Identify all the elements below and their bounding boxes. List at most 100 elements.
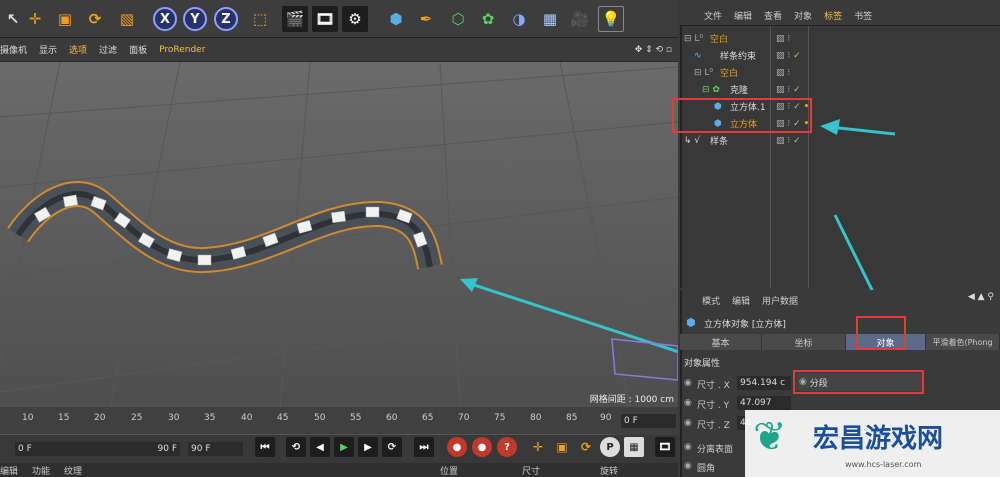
max-frame-field[interactable]: 90 F (188, 442, 243, 456)
tab-basic[interactable]: 基本 (680, 334, 762, 350)
cloner-icon[interactable]: ✿ (475, 6, 501, 32)
radio-icon[interactable]: ◉ (684, 442, 692, 452)
current-frame-field[interactable]: 0 F (621, 414, 676, 428)
film-icon[interactable]: 🎞 (655, 437, 675, 457)
coord-header-position: 位置 (440, 466, 459, 477)
radio-icon[interactable]: ◉ (684, 398, 692, 408)
attr-menu-userdata[interactable]: 用户数据 (762, 294, 798, 307)
subdivision-icon[interactable]: ⬡ (445, 6, 471, 32)
render-settings-icon[interactable]: ⚙ (342, 6, 368, 32)
coord-header-size: 尺寸 (522, 466, 541, 477)
watermark-logo-icon: ❦ (753, 414, 787, 460)
highlight-box-object-tab (856, 316, 906, 350)
bottom-tab-texture[interactable]: 纹理 (64, 464, 82, 477)
coord-header-rotation: 旋转 (600, 466, 619, 477)
material-bar: 编辑 功能 纹理 位置 尺寸 旋转 (0, 463, 678, 477)
attr-menu-edit[interactable]: 编辑 (732, 294, 750, 307)
render-view-icon[interactable]: 🎬 (282, 6, 308, 32)
viewport-menu-camera[interactable]: 摄像机 (0, 43, 27, 56)
watermark: ❦ 宏昌游戏网 www.hcs-laser.com (745, 410, 1000, 477)
range-end-slider[interactable]: 90 F (95, 442, 180, 456)
size-x-label: 尺寸 . X (697, 381, 730, 391)
section-title: 对象属性 (684, 359, 721, 369)
scale-tool-icon[interactable]: ▣ (52, 6, 78, 32)
next-frame-icon[interactable]: ▶ (358, 437, 378, 457)
prev-key-icon[interactable]: ⟲ (286, 437, 306, 457)
ruler-tick: 40 (241, 413, 253, 423)
go-to-end-icon[interactable]: ⏭ (414, 437, 434, 457)
ruler-tick: 55 (350, 413, 362, 423)
move-tool-icon[interactable]: ✛ (22, 6, 48, 32)
key-rotation-icon[interactable]: ⟳ (576, 437, 596, 457)
size-z-label: 尺寸 . Z (697, 421, 730, 431)
render-picture-viewer-icon[interactable]: 🎞 (312, 6, 338, 32)
ruler-tick: 80 (530, 413, 542, 423)
light-icon[interactable]: 💡 (598, 6, 624, 32)
radio-icon[interactable]: ◉ (684, 378, 692, 388)
tab-phong[interactable]: 平滑着色(Phong (926, 334, 1000, 350)
ruler-tick: 30 (168, 413, 180, 423)
ruler-tick: 45 (277, 413, 289, 423)
autokey-icon[interactable]: ● (472, 437, 492, 457)
camera-icon[interactable]: 🎥 (567, 6, 593, 32)
timeline-ruler[interactable]: 10 15 20 25 30 35 40 45 50 55 60 65 70 7… (0, 407, 678, 435)
key-position-icon[interactable]: ✛ (528, 437, 548, 457)
viewport-menu-prorender[interactable]: ProRender (159, 45, 205, 55)
grid-spacing-label: 网格间距 : 1000 cm (589, 395, 674, 405)
floor-icon[interactable]: ▦ (537, 6, 563, 32)
recent-tool-icon[interactable]: ▧ (114, 6, 140, 32)
ruler-tick: 75 (494, 413, 506, 423)
fillet-label: 圆角 (697, 464, 716, 474)
pen-icon[interactable]: ✒ (413, 6, 439, 32)
viewport-nav-icons[interactable]: ✥ ⇕ ⟲ ▫ (635, 45, 672, 55)
viewport-menu-panel[interactable]: 面板 (129, 43, 147, 56)
radio-icon[interactable]: ◉ (684, 418, 692, 428)
ruler-tick: 10 (22, 413, 34, 423)
bottom-tab-function[interactable]: 功能 (32, 464, 50, 477)
ruler-tick: 15 (58, 413, 70, 423)
ruler-tick: 50 (314, 413, 326, 423)
watermark-text: 宏昌游戏网 (813, 424, 944, 454)
range-start-field[interactable]: 0 F (15, 442, 95, 456)
3d-viewport[interactable]: 网格间距 : 1000 cm (0, 62, 678, 407)
key-scale-icon[interactable]: ▣ (552, 437, 572, 457)
separate-surfaces-label: 分离表面 (697, 445, 734, 455)
ruler-tick: 35 (204, 413, 216, 423)
play-icon[interactable]: ▶ (334, 437, 354, 457)
viewport-menu-options[interactable]: 选项 (69, 43, 87, 56)
cube-object-icon: ⬢ (686, 316, 696, 329)
x-axis-lock-icon[interactable]: X (153, 7, 177, 31)
cube-icon[interactable]: ⬢ (383, 6, 409, 32)
prev-frame-icon[interactable]: ◀ (310, 437, 330, 457)
rotate-tool-icon[interactable]: ⟳ (82, 6, 108, 32)
viewport-menu-filter[interactable]: 过滤 (99, 43, 117, 56)
y-axis-lock-icon[interactable]: Y (183, 7, 207, 31)
ruler-tick: 65 (422, 413, 434, 423)
viewport-scene (0, 62, 678, 407)
ruler-tick: 90 (600, 413, 612, 423)
attr-title: 立方体对象 [立方体] (704, 320, 786, 330)
go-to-start-icon[interactable]: ⏮ (255, 437, 275, 457)
key-param-icon[interactable]: P (600, 437, 620, 457)
size-y-input[interactable]: 47.097 (737, 396, 791, 410)
attr-nav-icons[interactable]: ◀ ▲ ⚲ (968, 292, 994, 302)
tab-coord[interactable]: 坐标 (762, 334, 846, 350)
size-y-label: 尺寸 . Y (697, 401, 730, 411)
radio-icon[interactable]: ◉ (684, 461, 692, 471)
size-x-input[interactable]: 954.194 c (737, 376, 791, 390)
watermark-url: www.hcs-laser.com (845, 460, 922, 469)
ruler-tick: 60 (386, 413, 398, 423)
next-key-icon[interactable]: ⟳ (382, 437, 402, 457)
key-pla-icon[interactable]: ▦ (624, 437, 644, 457)
highlight-box-segments (793, 370, 924, 394)
coordinate-system-icon[interactable]: ⬚ (247, 6, 273, 32)
keyframe-selection-icon[interactable]: ? (497, 437, 517, 457)
viewport-menu-display[interactable]: 显示 (39, 43, 57, 56)
record-icon[interactable]: ● (447, 437, 467, 457)
viewport-menu: 摄像机 显示 选项 过滤 面板 ProRender ✥ ⇕ ⟲ ▫ (0, 38, 678, 62)
deformer-icon[interactable]: ◑ (506, 6, 532, 32)
ruler-tick: 25 (131, 413, 143, 423)
attr-menu-mode[interactable]: 模式 (702, 294, 720, 307)
bottom-tab-edit[interactable]: 编辑 (0, 464, 18, 477)
z-axis-lock-icon[interactable]: Z (214, 7, 238, 31)
